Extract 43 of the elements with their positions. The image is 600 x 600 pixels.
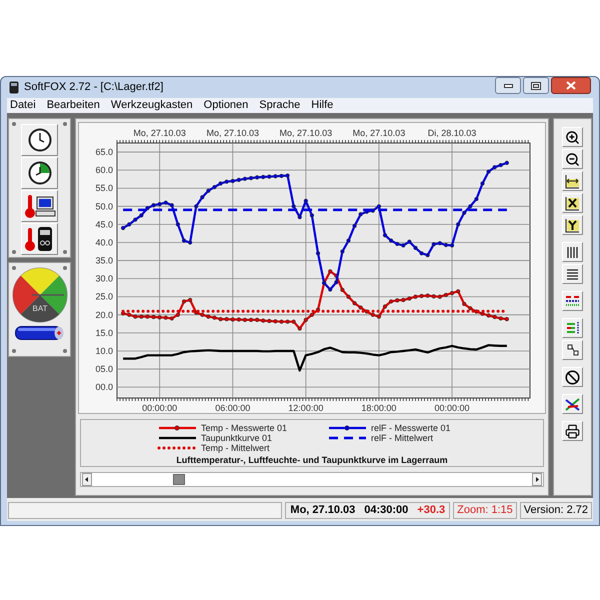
chart-title: Lufttemperatur-, Luftfeuchte- und Taupunktkurve im Lagerraum bbox=[176, 454, 448, 467]
status-time: 04:30:00 bbox=[364, 503, 408, 518]
x-tick-label: 06:00:00 bbox=[215, 403, 250, 413]
y-tick-label: 05.0 bbox=[95, 364, 113, 374]
y-tick-label: 25.0 bbox=[95, 292, 113, 302]
y-tick-label: 40.0 bbox=[95, 237, 113, 248]
y-tick-label: 60.0 bbox=[95, 165, 113, 176]
version-status: Version: 2.72 bbox=[520, 502, 592, 519]
gauge-label: BAT bbox=[32, 304, 47, 313]
window-title: SoftFOX 2.72 - [C:\Lager.tf2] bbox=[24, 80, 164, 96]
x-tick-label: 00:00:00 bbox=[434, 403, 470, 413]
y-tick-label: 10.0 bbox=[95, 346, 113, 356]
y-tick-label: 20.0 bbox=[95, 310, 113, 320]
y-tick-label: 50.0 bbox=[95, 201, 113, 212]
legend-label: Taupunktkurve 01 bbox=[201, 434, 272, 442]
date-label: Mo, 27.10.03 bbox=[352, 128, 406, 138]
menu-item[interactable]: Hilfe bbox=[311, 100, 334, 111]
date-label: Mo, 27.10.03 bbox=[280, 128, 332, 138]
menu-item[interactable]: Datei bbox=[10, 100, 36, 111]
menu-item[interactable]: Bearbeiten bbox=[46, 100, 100, 111]
x-tick-label: 18:00:00 bbox=[361, 403, 396, 413]
y-tick-label: 65.0 bbox=[95, 147, 113, 158]
x-tick-label: 12:00:00 bbox=[288, 403, 324, 413]
x-tick-label: 00:00:00 bbox=[142, 403, 178, 413]
legend-label: relF - Messwerte 01 bbox=[371, 424, 451, 432]
status-value: +30.3 bbox=[417, 503, 446, 518]
y-tick-label: 00.0 bbox=[95, 382, 113, 392]
y-tick-label: 45.0 bbox=[95, 219, 113, 230]
status-date: Mo, 27.10.03 bbox=[290, 503, 356, 518]
menu-item[interactable]: Werkzeugkasten bbox=[110, 100, 193, 111]
y-tick-label: 30.0 bbox=[95, 274, 113, 284]
y-tick-label: 35.0 bbox=[95, 256, 113, 266]
date-label: Di, 28.10.03 bbox=[428, 128, 476, 138]
date-label: Mo, 27.10.03 bbox=[206, 128, 259, 138]
menu-item[interactable]: Sprache bbox=[259, 100, 300, 111]
zoom-status: Zoom: 1:15 bbox=[453, 502, 517, 519]
y-tick-label: 55.0 bbox=[95, 183, 113, 194]
legend-label: Temp - Messwerte 01 bbox=[201, 424, 288, 432]
legend-label: Temp - Mittelwert bbox=[201, 444, 270, 452]
legend-label: relF - Mittelwert bbox=[371, 434, 434, 442]
date-label: Mo, 27.10.03 bbox=[133, 128, 186, 138]
y-tick-label: 15.0 bbox=[95, 328, 113, 338]
menu-item[interactable]: Optionen bbox=[204, 100, 248, 111]
